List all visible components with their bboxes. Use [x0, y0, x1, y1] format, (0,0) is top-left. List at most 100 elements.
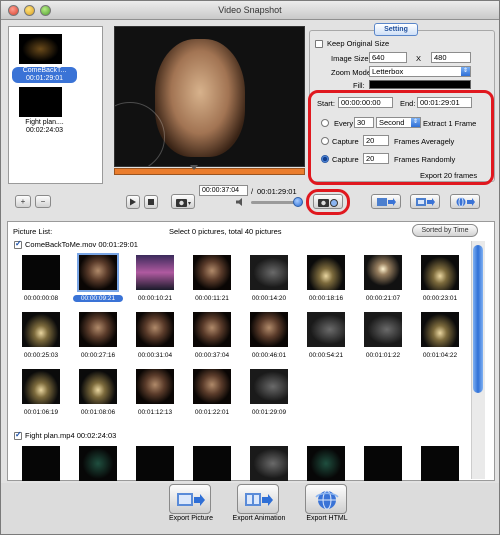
- app-window: Video Snapshot ComeBackT... 00:01:29:01 …: [0, 0, 500, 535]
- snapshot-menu-button[interactable]: [171, 194, 195, 209]
- picture-thumbnail[interactable]: [77, 253, 119, 292]
- picture-thumbnail[interactable]: [193, 369, 231, 404]
- width-field[interactable]: 640: [369, 52, 407, 63]
- title-bar: Video Snapshot: [1, 1, 499, 20]
- video-preview[interactable]: [114, 26, 305, 167]
- picture-thumbnail[interactable]: [250, 255, 288, 290]
- end-field[interactable]: 00:01:29:01: [417, 97, 472, 108]
- capture-averagely-field[interactable]: 20: [363, 135, 389, 146]
- total-time: 00:01:29:01: [257, 187, 297, 196]
- picture-timestamp: 00:00:27:16: [80, 352, 116, 359]
- picture-thumbnail[interactable]: [307, 446, 345, 481]
- export-animation-small-button[interactable]: [410, 194, 440, 209]
- picture-timestamp: 00:01:22:01: [194, 409, 230, 416]
- group-title: Fight plan.mp4 00:02:24:03: [25, 431, 117, 440]
- picture-thumbnail[interactable]: [79, 312, 117, 347]
- every-unit-select[interactable]: Second ⇕: [376, 117, 421, 128]
- capture-randomly-field[interactable]: 20: [363, 153, 389, 164]
- picture-thumbnail[interactable]: [307, 255, 345, 290]
- export-html-label: Export HTML: [306, 515, 348, 522]
- every-field[interactable]: 30: [354, 117, 374, 128]
- picture-thumbnail[interactable]: [364, 312, 402, 347]
- seek-handle[interactable]: [190, 165, 199, 170]
- clip-name: ComeBackT...: [22, 67, 67, 74]
- clip-list[interactable]: ComeBackT... 00:01:29:01 Fight plan.... …: [8, 26, 103, 184]
- current-time-field[interactable]: 00:00:37:04: [199, 185, 248, 196]
- clip-item-2[interactable]: Fight plan.... 00:02:24:03: [12, 119, 77, 135]
- export-animation-button[interactable]: [237, 484, 279, 514]
- add-clip-button[interactable]: +: [15, 195, 31, 208]
- export-picture-small-button[interactable]: [371, 194, 401, 209]
- picture-timestamp: 00:01:08:06: [80, 409, 116, 416]
- sort-button[interactable]: Sorted by Time: [412, 224, 478, 237]
- picture-thumbnail[interactable]: [193, 446, 231, 481]
- picture-timestamp: 00:00:46:01: [251, 352, 287, 359]
- end-label: End:: [400, 99, 416, 108]
- start-field[interactable]: 00:00:00:00: [338, 97, 393, 108]
- picture-timestamp: 00:00:31:04: [137, 352, 173, 359]
- picture-thumbnail[interactable]: [193, 312, 231, 347]
- picture-thumbnail[interactable]: [421, 312, 459, 347]
- picture-thumbnail[interactable]: [250, 312, 288, 347]
- play-button[interactable]: [126, 195, 140, 209]
- minimize-icon[interactable]: [24, 5, 35, 16]
- image-size-label: Image Size:: [331, 54, 371, 63]
- picture-thumbnail[interactable]: [136, 255, 174, 290]
- picture-timestamp: 00:00:00:08: [23, 295, 59, 302]
- keep-original-size-checkbox[interactable]: [315, 40, 323, 48]
- seek-bar[interactable]: [114, 165, 305, 175]
- remove-clip-button[interactable]: −: [35, 195, 51, 208]
- capture-averagely-radio[interactable]: [321, 137, 329, 145]
- export-picture-button[interactable]: [169, 484, 211, 514]
- picture-thumbnail[interactable]: [79, 369, 117, 404]
- zoom-mode-label: Zoom Mode:: [331, 68, 374, 77]
- clip-thumbnail-2[interactable]: [19, 87, 62, 117]
- export-html-button[interactable]: [305, 484, 347, 514]
- picture-thumbnail[interactable]: [22, 446, 60, 481]
- picture-timestamp: 00:00:14:20: [251, 295, 287, 302]
- picture-thumbnail[interactable]: [364, 446, 402, 481]
- picture-thumbnail[interactable]: [22, 369, 60, 404]
- start-label: Start:: [317, 99, 335, 108]
- capture-randomly-label: Capture: [332, 155, 359, 164]
- every-unit-value: Second: [379, 118, 405, 127]
- volume-handle[interactable]: [292, 197, 303, 207]
- capture-randomly-radio[interactable]: [321, 155, 329, 163]
- clip-item-1[interactable]: ComeBackT... 00:01:29:01: [12, 67, 77, 83]
- picture-thumbnail[interactable]: [136, 312, 174, 347]
- fill-label: Fill:: [353, 81, 365, 90]
- picture-timestamp: 00:01:04:22: [422, 352, 458, 359]
- export-html-small-button[interactable]: [450, 194, 480, 209]
- scrollbar-thumb[interactable]: [473, 245, 483, 393]
- picture-thumbnail[interactable]: [250, 369, 288, 404]
- picture-thumbnail[interactable]: [136, 446, 174, 481]
- picture-thumbnail[interactable]: [364, 255, 402, 290]
- clip-thumbnail-1[interactable]: [19, 34, 62, 64]
- picture-thumbnail[interactable]: [421, 446, 459, 481]
- picture-timestamp: 00:00:54:21: [308, 352, 344, 359]
- picture-thumbnail[interactable]: [22, 312, 60, 347]
- every-radio[interactable]: [321, 119, 329, 127]
- keep-original-size-label: Keep Original Size: [327, 39, 390, 48]
- picture-thumbnail[interactable]: [307, 312, 345, 347]
- group-checkbox[interactable]: [14, 430, 22, 440]
- export-icon: [416, 197, 435, 206]
- picture-timestamp: 00:00:21:07: [365, 295, 401, 302]
- zoom-mode-select[interactable]: Letterbox ⇕: [369, 66, 471, 77]
- fill-color-well[interactable]: [369, 80, 471, 89]
- setting-tab[interactable]: Setting: [374, 23, 418, 36]
- picture-thumbnail[interactable]: [136, 369, 174, 404]
- window-title: Video Snapshot: [218, 5, 282, 15]
- picture-timestamp: 00:00:10:21: [137, 295, 173, 302]
- picture-thumbnail[interactable]: [22, 255, 60, 290]
- group-checkbox[interactable]: [14, 239, 22, 249]
- picture-thumbnail[interactable]: [79, 446, 117, 481]
- height-field[interactable]: 480: [431, 52, 471, 63]
- picture-thumbnail[interactable]: [421, 255, 459, 290]
- picture-thumbnail[interactable]: [250, 446, 288, 481]
- stop-button[interactable]: [144, 195, 158, 209]
- picture-thumbnail[interactable]: [193, 255, 231, 290]
- capture-button[interactable]: [313, 194, 343, 209]
- zoom-icon[interactable]: [40, 5, 51, 16]
- close-icon[interactable]: [8, 5, 19, 16]
